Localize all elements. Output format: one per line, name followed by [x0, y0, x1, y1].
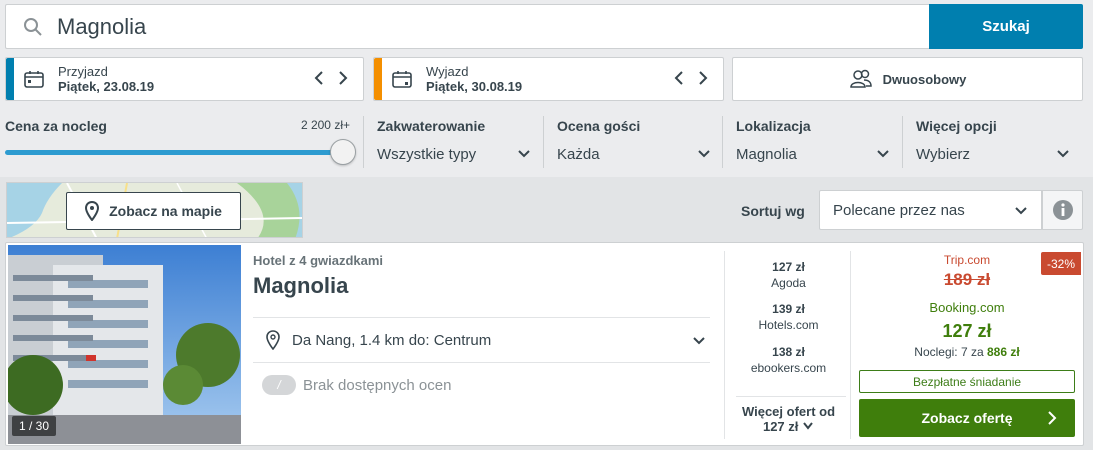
chevron-down-icon: [698, 150, 710, 158]
accommodation-filter-value: Wszystkie typy: [377, 146, 477, 163]
more-offers-button[interactable]: Więcej ofert od 127 zł: [731, 404, 846, 434]
hotel-photo[interactable]: 1 / 30: [8, 245, 241, 444]
info-icon: [1052, 200, 1073, 220]
sort-select-value: Polecane przez nas: [833, 201, 965, 219]
chevron-right-icon[interactable]: [697, 70, 709, 86]
offer-site: Agoda: [771, 276, 806, 290]
offer-site: Hotels.com: [758, 318, 819, 332]
deal-nights: Noclegi: 7 za 886 zł: [859, 345, 1075, 359]
more-options-filter-value: Wybierz: [916, 146, 971, 163]
divider: [253, 317, 710, 318]
calendar-icon: [24, 71, 44, 88]
offer-item[interactable]: 139 zł Hotels.com: [731, 301, 846, 333]
location-filter-value: Magnolia: [736, 146, 797, 163]
checkout-field[interactable]: Wyjazd Piątek, 30.08.19: [373, 57, 724, 101]
checkin-field[interactable]: Przyjazd Piątek, 23.08.19: [5, 57, 364, 101]
view-offer-label: Zobacz ofertę: [921, 410, 1013, 426]
chevron-down-icon: [1015, 207, 1027, 215]
chevron-down-icon: [877, 150, 889, 158]
offer-site: ebookers.com: [750, 361, 827, 375]
guest-rating-filter[interactable]: Ocena gości Każda: [557, 118, 717, 168]
divider: [724, 251, 725, 439]
hotel-photo-image: [8, 245, 241, 444]
map-pin-icon: [85, 201, 100, 221]
more-offers-label: Więcej ofert od: [741, 404, 836, 419]
search-button[interactable]: Szukaj: [929, 4, 1083, 49]
divider: [736, 396, 846, 397]
chevron-down-icon: [693, 337, 705, 345]
price-slider-track[interactable]: [5, 150, 341, 155]
info-button[interactable]: [1042, 190, 1083, 230]
deal-price: 127 zł: [942, 321, 992, 341]
divider: [902, 116, 903, 168]
checkin-value: Piątek, 23.08.19: [58, 79, 155, 94]
deal-site: Booking.com: [929, 300, 1005, 315]
offer-item[interactable]: 127 zł Agoda: [731, 259, 846, 291]
accommodation-filter[interactable]: Zakwaterowanie Wszystkie typy: [377, 118, 537, 168]
chevron-down-icon: [518, 150, 530, 158]
price-filter-title: Cena za nocleg: [5, 118, 107, 134]
hotel-location[interactable]: Da Nang, 1.4 km do: Centrum: [266, 330, 706, 350]
rating-text: Brak dostępnych ocen: [303, 377, 452, 394]
chevron-down-icon: [1057, 150, 1069, 158]
divider: [253, 362, 710, 363]
guests-icon: [849, 69, 872, 88]
divider: [543, 116, 544, 168]
checkout-label: Wyjazd: [426, 64, 469, 79]
sort-label: Sortuj wg: [741, 203, 805, 219]
accommodation-filter-title: Zakwaterowanie: [377, 118, 486, 134]
view-on-map-button[interactable]: Zobacz na mapie: [66, 192, 241, 230]
room-type-selector[interactable]: Dwuosobowy: [732, 57, 1083, 101]
photo-counter: 1 / 30: [12, 416, 57, 436]
location-filter[interactable]: Lokalizacja Magnolia: [736, 118, 896, 168]
more-options-filter[interactable]: Więcej opcji Wybierz: [916, 118, 1076, 168]
chevron-left-icon[interactable]: [673, 70, 685, 86]
hotel-name[interactable]: Magnolia: [253, 273, 348, 299]
checkout-accent: [374, 58, 382, 100]
divider: [363, 116, 364, 168]
hotel-stars-label: Hotel z 4 gwiazdkami: [253, 253, 384, 268]
search-icon: [24, 17, 42, 36]
divider: [722, 116, 723, 168]
divider: [850, 251, 851, 439]
free-breakfast-badge: Bezpłatne śniadanie: [859, 370, 1075, 393]
more-options-filter-title: Więcej opcji: [916, 118, 997, 134]
view-offer-button[interactable]: Zobacz ofertę: [859, 399, 1075, 437]
offer-price: 138 zł: [772, 345, 805, 359]
guest-rating-filter-title: Ocena gości: [557, 118, 641, 134]
location-filter-title: Lokalizacja: [736, 118, 811, 134]
checkin-label: Przyjazd: [58, 64, 108, 79]
view-on-map-label: Zobacz na mapie: [109, 203, 222, 219]
price-filter: Cena za nocleg 2 200 zł+: [5, 118, 356, 165]
hotel-location-text: Da Nang, 1.4 km do: Centrum: [292, 331, 492, 349]
price-filter-max: 2 200 zł+: [300, 118, 350, 132]
room-type-label: Dwuosobowy: [882, 71, 967, 87]
rating-badge: /: [262, 375, 296, 395]
map-pin-icon: [266, 330, 280, 350]
hotel-card: 1 / 30 Hotel z 4 gwiazdkami Magnolia Da …: [5, 242, 1084, 446]
sort-select[interactable]: Polecane przez nas: [819, 190, 1042, 230]
offer-price: 127 zł: [772, 260, 805, 274]
chevron-right-icon[interactable]: [337, 70, 349, 86]
offer-item[interactable]: 138 zł ebookers.com: [731, 344, 846, 376]
offer-price: 139 zł: [772, 302, 805, 316]
chevron-down-icon: [803, 422, 813, 430]
checkin-accent: [6, 58, 14, 100]
more-offers-price: 127 zł: [762, 419, 799, 434]
chevron-right-icon: [1048, 411, 1057, 425]
chevron-left-icon[interactable]: [313, 70, 325, 86]
deal-nights-total: 886 zł: [987, 345, 1020, 359]
search-value: Magnolia: [57, 13, 147, 39]
guest-rating-filter-value: Każda: [557, 146, 600, 163]
calendar-icon: [392, 71, 412, 88]
discount-badge: -32%: [1041, 252, 1081, 275]
search-input[interactable]: Magnolia: [5, 4, 929, 49]
price-slider-handle[interactable]: [330, 139, 356, 165]
deal-nights-label: Noclegi: 7 za: [914, 345, 984, 359]
checkout-value: Piątek, 30.08.19: [426, 79, 523, 94]
